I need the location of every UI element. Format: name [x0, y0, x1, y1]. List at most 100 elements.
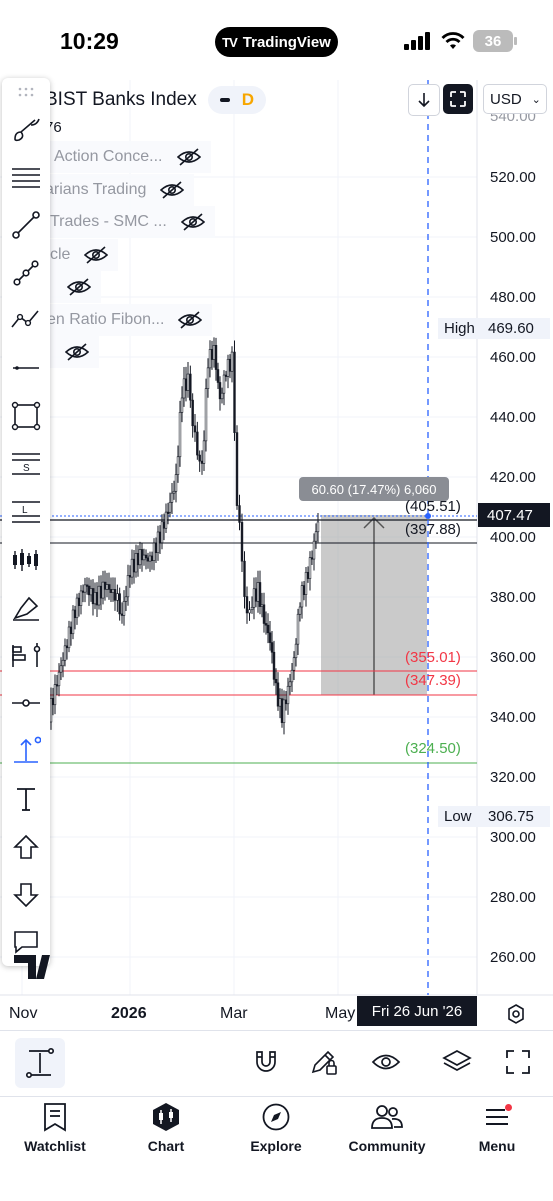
text-icon: [17, 788, 35, 811]
horizontal-line-icon: [13, 366, 39, 370]
drag-handle[interactable]: [2, 78, 50, 106]
candle-body: [304, 571, 308, 595]
trend-line-tool[interactable]: [2, 205, 50, 245]
candle-body: [53, 684, 57, 706]
candle-body: [270, 642, 274, 653]
price-tick: 300.00: [490, 829, 536, 846]
candle-body: [296, 613, 300, 645]
arrow-down-tool[interactable]: [2, 875, 50, 915]
candle-body: [116, 593, 119, 601]
fullscreen-toggle-button[interactable]: [443, 84, 473, 114]
pitchfork-tool[interactable]: [2, 253, 50, 293]
comment-icon: [14, 931, 38, 954]
tab-community[interactable]: Community: [342, 1102, 432, 1154]
candle-body: [136, 553, 140, 566]
highlighter-tool[interactable]: [2, 588, 50, 628]
candle-body: [180, 397, 184, 413]
candle-body: [224, 374, 228, 377]
candle-body: [268, 632, 272, 643]
candle-body: [71, 609, 75, 635]
expand-icon: [450, 91, 466, 107]
compass-icon: [262, 1103, 290, 1131]
eye-off-icon[interactable]: [67, 278, 91, 296]
candle-body: [174, 474, 178, 492]
indicator-row[interactable]: [45, 336, 99, 368]
candle-body: [306, 571, 310, 579]
svg-text:S: S: [23, 463, 30, 474]
layers-button[interactable]: [437, 1042, 477, 1082]
cross-line-icon: [12, 699, 40, 707]
visibility-button[interactable]: [366, 1042, 406, 1082]
currency-select[interactable]: USD ⌄: [483, 84, 547, 114]
measure-mode-button[interactable]: [15, 1038, 65, 1088]
candle-body: [79, 590, 83, 606]
price-tick: 340.00: [490, 709, 536, 726]
indicator-label: en Ratio Fibon...: [47, 311, 165, 328]
chart-settings-icon[interactable]: [505, 1003, 527, 1025]
horizontal-ray-tool[interactable]: [2, 348, 50, 388]
tab-menu[interactable]: Menu: [452, 1102, 542, 1154]
indicator-label: cle: [50, 246, 71, 263]
horizontal-lines-tool[interactable]: [2, 158, 50, 198]
tab-chart[interactable]: Chart: [121, 1102, 211, 1154]
rectangle-tool[interactable]: [2, 396, 50, 436]
candle-body: [142, 554, 146, 561]
symbol-name[interactable]: BIST Banks Index: [45, 89, 197, 111]
svg-text:L: L: [22, 505, 28, 516]
indicator-row[interactable]: Trades - SMC ...: [45, 206, 215, 238]
level-label-355: (355.01): [405, 649, 461, 666]
arrow-up-tool[interactable]: [2, 827, 50, 867]
bars-pattern-tool[interactable]: [2, 540, 50, 580]
candle-body: [294, 643, 298, 659]
text-tool[interactable]: [2, 779, 50, 819]
brush-tool[interactable]: [2, 110, 50, 150]
time-tick: 2026: [111, 1005, 147, 1022]
long-position-tool[interactable]: L: [2, 492, 50, 532]
candle-body: [57, 671, 61, 687]
candle-body: [51, 698, 55, 706]
interval-pill[interactable]: D: [208, 86, 266, 114]
eye-off-icon[interactable]: [65, 343, 89, 361]
eye-off-icon[interactable]: [178, 311, 203, 329]
battery-level: 36: [484, 32, 502, 50]
indicator-row[interactable]: cle: [45, 239, 119, 271]
indicator-row[interactable]: en Ratio Fibon...: [45, 304, 213, 336]
tab-watchlist[interactable]: Watchlist: [10, 1102, 100, 1154]
candle-body: [124, 596, 128, 602]
price-tick: 380.00: [490, 589, 536, 606]
trend-line-icon: [12, 211, 40, 239]
candle-body: [222, 374, 226, 394]
candle-body: [216, 369, 220, 383]
tradingview-watermark-icon: [14, 955, 50, 979]
short-position-tool[interactable]: S: [2, 444, 50, 484]
indicator-row[interactable]: arians Trading: [45, 174, 195, 206]
candle-body: [99, 585, 103, 599]
candle-body: [189, 373, 192, 401]
candle-body: [233, 351, 236, 433]
lock-drawings-button[interactable]: [304, 1042, 344, 1082]
candle-body: [218, 382, 222, 400]
path-tool[interactable]: [2, 300, 50, 340]
indicator-row[interactable]: [45, 271, 101, 303]
indicator-row[interactable]: Action Conce...: [45, 141, 211, 173]
arrow-down-icon: [418, 93, 430, 108]
tab-explore[interactable]: Explore: [231, 1102, 321, 1154]
candle-body: [182, 378, 186, 399]
fullscreen-button[interactable]: [498, 1042, 538, 1082]
eye-off-icon[interactable]: [160, 181, 185, 199]
price-tick: 440.00: [490, 409, 536, 426]
eye-off-icon[interactable]: [176, 148, 201, 166]
candle-body: [178, 412, 182, 458]
candle-body: [314, 531, 318, 542]
scroll-to-latest-button[interactable]: [408, 84, 440, 116]
eye-off-icon[interactable]: [84, 246, 109, 264]
eye-off-icon[interactable]: [180, 213, 205, 231]
tradingview-pill[interactable]: TV TradingView: [215, 27, 338, 57]
forecast-tool[interactable]: [2, 635, 50, 675]
candle-body: [122, 600, 126, 616]
candle-body: [196, 431, 199, 456]
cross-line-tool[interactable]: [2, 683, 50, 723]
magnet-button[interactable]: [246, 1042, 286, 1082]
measure-tool[interactable]: [2, 731, 50, 771]
rectangle-icon: [11, 401, 41, 431]
